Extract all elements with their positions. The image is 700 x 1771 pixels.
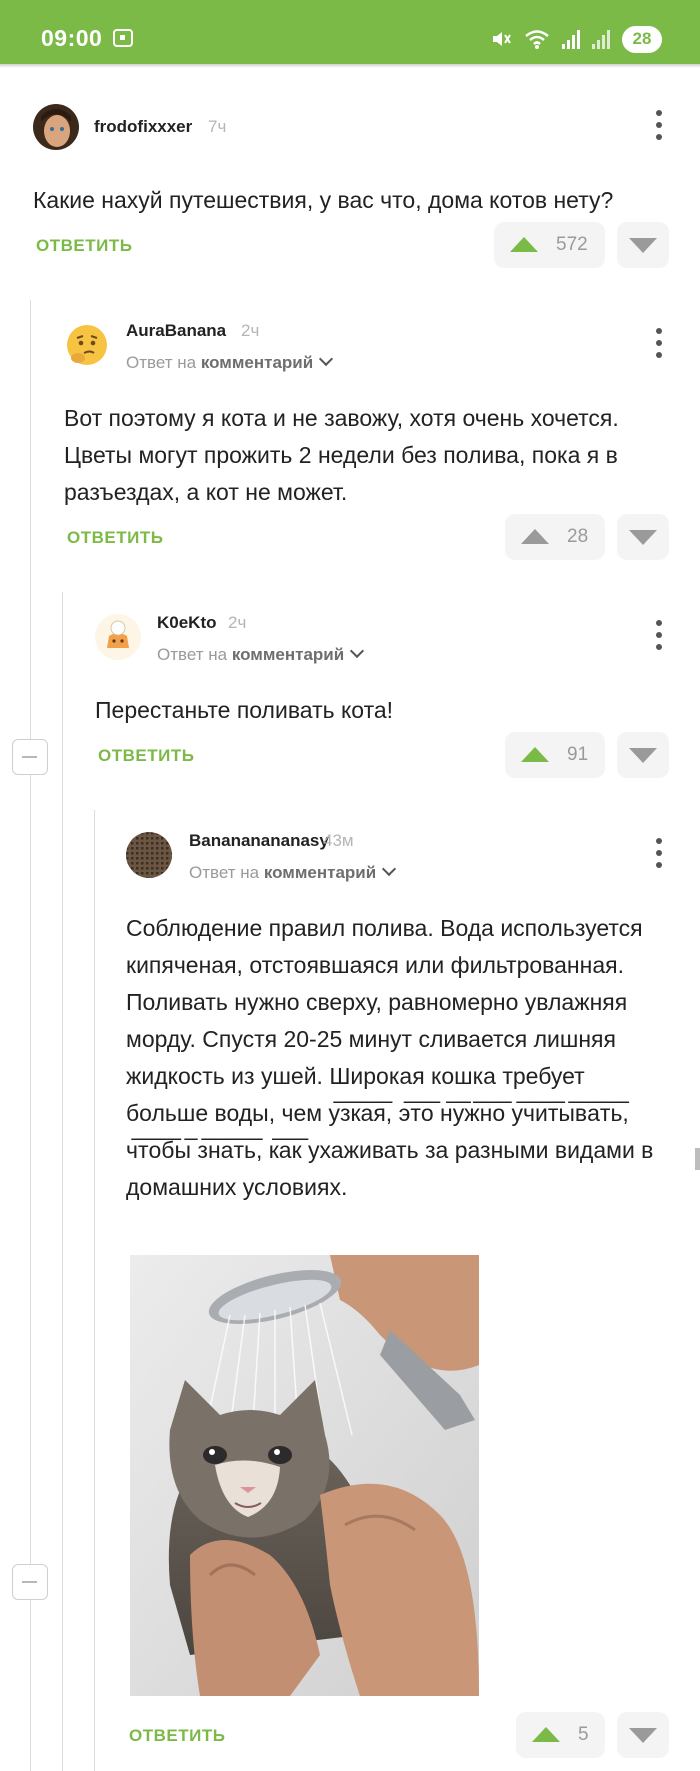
- mute-icon: [493, 32, 511, 46]
- arrow-up-icon: [510, 237, 538, 252]
- upvote-button[interactable]: 91: [505, 732, 605, 778]
- arrow-up-icon: [521, 747, 549, 762]
- username[interactable]: frodofixxxer: [94, 117, 192, 137]
- avatar[interactable]: [126, 832, 172, 878]
- reply-to-link[interactable]: Ответ на комментарий: [189, 861, 397, 883]
- status-bar: 09:00 28: [0, 0, 700, 64]
- rating-count: 572: [556, 234, 588, 255]
- downvote-button[interactable]: [617, 1712, 669, 1758]
- username[interactable]: Banananananasy: [189, 831, 329, 851]
- battery-icon: 28: [622, 25, 662, 53]
- username[interactable]: AuraBanana: [126, 321, 226, 341]
- scrollbar-thumb[interactable]: [695, 1148, 700, 1170]
- thread-line-level1: [30, 300, 31, 1771]
- comment-time: 7ч: [208, 117, 227, 136]
- arrow-down-icon: [629, 748, 657, 763]
- wifi-icon: [525, 30, 549, 49]
- rating-count: 5: [578, 1724, 589, 1745]
- avatar[interactable]: [95, 614, 141, 660]
- upvote-button[interactable]: 5: [516, 1712, 605, 1758]
- reply-to-link[interactable]: Ответ на комментарий: [126, 351, 334, 373]
- upvote-button[interactable]: 572: [494, 222, 605, 268]
- comment-time: 2ч: [241, 321, 260, 340]
- more-options-icon[interactable]: [647, 618, 671, 652]
- rating-count: 28: [567, 526, 589, 547]
- status-time: 09:00: [41, 25, 103, 51]
- cat-shower-image: [130, 1255, 479, 1696]
- thread-line-level2: [62, 592, 63, 1771]
- chevron-down-icon: [350, 643, 365, 659]
- status-icons: 28: [490, 24, 662, 54]
- avatar[interactable]: [64, 322, 110, 368]
- arrow-down-icon: [629, 530, 657, 545]
- more-options-icon[interactable]: [647, 108, 671, 142]
- reply-button[interactable]: ОТВЕТИТЬ: [129, 1726, 225, 1746]
- upvote-button[interactable]: 28: [505, 514, 605, 560]
- thread-line-level3: [94, 810, 95, 1771]
- comment-image[interactable]: [130, 1255, 479, 1696]
- comment-text: Вот поэтому я кота и не завожу, хотя оче…: [64, 405, 619, 505]
- collapse-thread-button[interactable]: [12, 739, 48, 775]
- more-options-icon[interactable]: [647, 836, 671, 870]
- collapse-thread-button[interactable]: [12, 1564, 48, 1600]
- chevron-down-icon: [319, 351, 334, 367]
- username[interactable]: K0eKto: [157, 613, 217, 633]
- comment-text: Соблюдение правил полива. Вода используе…: [126, 915, 654, 1200]
- avatar[interactable]: [33, 104, 79, 150]
- comment-text: Какие нахуй путешествия, у вас что, дома…: [33, 187, 614, 213]
- more-options-icon[interactable]: [647, 326, 671, 360]
- screenshot-icon: [113, 29, 133, 47]
- comment-time: 43м: [323, 831, 354, 850]
- signal-icon-2: [592, 29, 610, 49]
- arrow-up-icon: [532, 1727, 560, 1742]
- arrow-down-icon: [629, 1728, 657, 1743]
- reply-button[interactable]: ОТВЕТИТЬ: [98, 746, 194, 766]
- comment-time: 2ч: [228, 613, 247, 632]
- arrow-down-icon: [629, 238, 657, 253]
- header-shadow: [0, 64, 700, 68]
- downvote-button[interactable]: [617, 514, 669, 560]
- chevron-down-icon: [382, 861, 397, 877]
- signal-icon: [562, 29, 580, 49]
- rating-count: 91: [567, 744, 589, 765]
- comment-text: Перестаньте поливать кота!: [95, 697, 394, 723]
- downvote-button[interactable]: [617, 732, 669, 778]
- downvote-button[interactable]: [617, 222, 669, 268]
- reply-button[interactable]: ОТВЕТИТЬ: [67, 528, 163, 548]
- arrow-up-icon: [521, 529, 549, 544]
- reply-button[interactable]: ОТВЕТИТЬ: [36, 236, 132, 256]
- reply-to-link[interactable]: Ответ на комментарий: [157, 643, 365, 665]
